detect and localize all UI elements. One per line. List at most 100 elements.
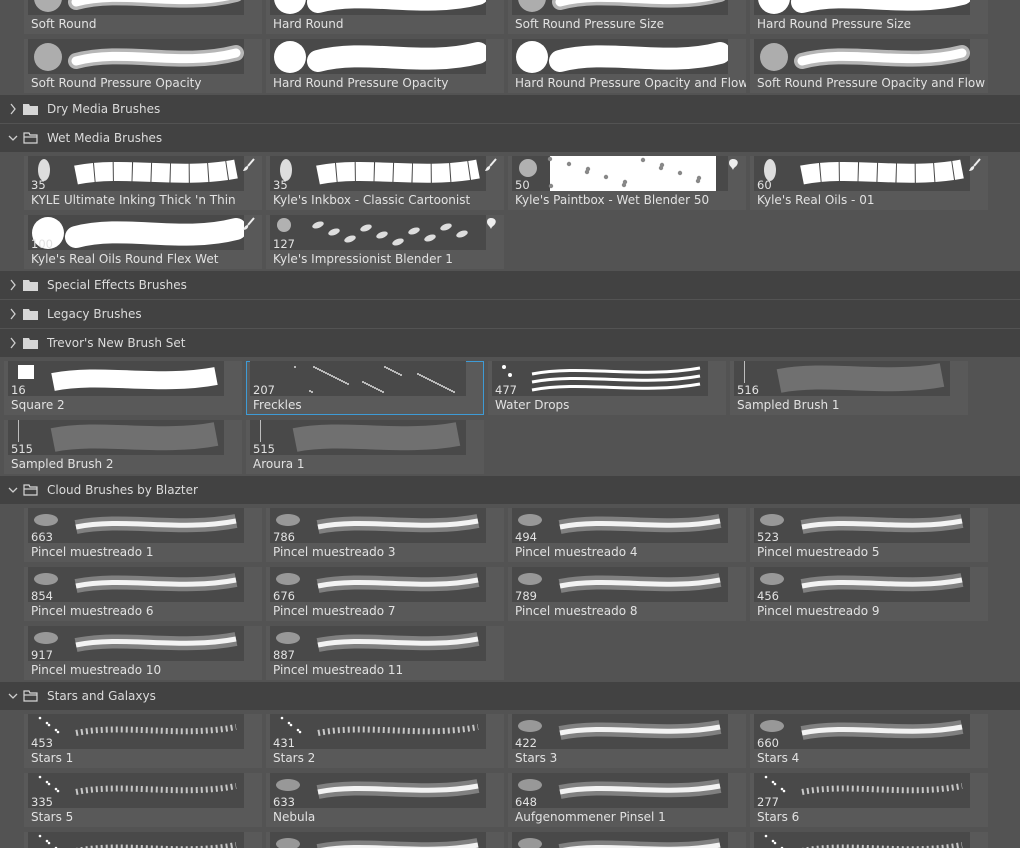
freckle-dot xyxy=(364,382,366,384)
brush-preset-tile[interactable]: 60 Kyle's Real Oils - 01 xyxy=(750,156,988,210)
brush-stroke-thumbnail xyxy=(28,773,244,808)
brush-preset-tile[interactable]: 887 Pincel muestreado 11 xyxy=(266,626,504,680)
brush-preset-tile[interactable]: 453 Stars 1 xyxy=(24,714,262,768)
brush-group-header[interactable]: Wet Media Brushes xyxy=(0,124,1020,152)
brush-tip-shape xyxy=(274,0,306,14)
brush-stroke-thumbnail xyxy=(512,773,728,808)
brush-name-label: Pincel muestreado 6 xyxy=(31,604,154,618)
brush-preset-tile[interactable]: 277 Stars 6 xyxy=(750,773,988,827)
brush-group-header[interactable]: Special Effects Brushes xyxy=(0,271,1020,299)
brush-preset-tile[interactable]: 456 Pincel muestreado 9 xyxy=(750,567,988,621)
chevron-down-icon[interactable] xyxy=(8,689,18,703)
brush-preset-tile[interactable]: Hard Round Pressure Size xyxy=(750,0,988,34)
chevron-right-icon[interactable] xyxy=(8,307,18,321)
freckle-dot xyxy=(435,382,437,384)
brush-preset-tile[interactable]: 523 Pincel muestreado 5 xyxy=(750,508,988,562)
brush-preset-tile[interactable]: 516 Sampled Brush 1 xyxy=(730,361,968,415)
brush-preset-tile[interactable]: 35 Kyle's Inkbox - Classic Cartoonist xyxy=(266,156,504,210)
brush-stroke-thumbnail xyxy=(28,156,244,191)
brush-preset-tile[interactable]: Hard Round xyxy=(266,0,504,34)
brush-size-label: 515 xyxy=(253,442,275,456)
wet-brush-icon xyxy=(242,158,256,172)
brush-preset-tile[interactable]: 100 Kyle's Real Oils Round Flex Wet xyxy=(24,215,262,269)
brush-name-label: Kyle's Real Oils - 01 xyxy=(757,193,875,207)
freckle-dot xyxy=(427,378,429,380)
brush-preset-tile[interactable]: 515 Aroura 1 xyxy=(246,420,484,474)
brush-group-header[interactable]: Stars and Galaxys xyxy=(0,682,1020,710)
brush-name-label: Soft Round xyxy=(31,17,97,31)
brush-preset-tile[interactable]: Soft Round Pressure Size xyxy=(508,0,746,34)
texture-speck xyxy=(547,156,553,162)
star-dot xyxy=(280,716,284,720)
brush-preset-tile[interactable]: 494 Pincel muestreado 4 xyxy=(508,508,746,562)
brush-preset-tile[interactable] xyxy=(508,832,746,848)
folder-icon xyxy=(23,484,38,496)
chevron-right-icon[interactable] xyxy=(8,102,18,116)
dab-mark xyxy=(408,227,420,235)
brush-group-header[interactable]: Cloud Brushes by Blazter xyxy=(0,476,1020,504)
brush-preset-tile[interactable]: Hard Round Pressure Opacity xyxy=(266,39,504,93)
freckle-dot xyxy=(396,372,398,374)
brush-group-header[interactable]: Trevor's New Brush Set xyxy=(0,329,1020,357)
brush-preset-tile[interactable]: 127 Kyle's Impressionist Blender 1 xyxy=(266,215,504,269)
chevron-down-icon[interactable] xyxy=(8,131,18,145)
brush-preset-tile[interactable]: 660 Stars 4 xyxy=(750,714,988,768)
brush-preset-tile[interactable]: 477 Water Drops xyxy=(488,361,726,415)
brush-name-label: Kyle's Real Oils Round Flex Wet xyxy=(31,252,219,266)
brush-preset-tile[interactable]: 431 Stars 2 xyxy=(266,714,504,768)
chevron-right-icon[interactable] xyxy=(8,278,18,292)
brush-preset-tile[interactable]: 786 Pincel muestreado 3 xyxy=(266,508,504,562)
brush-name-label: Hard Round Pressure Opacity xyxy=(273,76,449,90)
brush-preset-tile[interactable]: 633 Nebula xyxy=(266,773,504,827)
brush-preset-tile[interactable]: 676 Pincel muestreado 7 xyxy=(266,567,504,621)
brush-preset-tile[interactable]: 422 Stars 3 xyxy=(508,714,746,768)
chevron-down-icon[interactable] xyxy=(8,483,18,497)
brush-group-label: Dry Media Brushes xyxy=(47,102,161,116)
brush-tip-shape xyxy=(519,159,537,177)
brush-preset-tile[interactable]: 335 Stars 5 xyxy=(24,773,262,827)
freckle-dot xyxy=(372,386,374,388)
stroke-preview xyxy=(531,366,701,376)
freckle-dot xyxy=(425,377,427,379)
brush-preset-tile[interactable]: 854 Pincel muestreado 6 xyxy=(24,567,262,621)
stroke-preview xyxy=(75,783,237,795)
texture-speck xyxy=(677,170,683,176)
brush-group-label: Cloud Brushes by Blazter xyxy=(47,483,198,497)
brush-group-header[interactable]: Legacy Brushes xyxy=(0,300,1020,328)
brush-tip-shape xyxy=(518,838,542,848)
brush-preset-tile[interactable]: Soft Round Pressure Opacity xyxy=(24,39,262,93)
brush-stroke-thumbnail xyxy=(754,773,970,808)
brush-preset-tile[interactable]: Hard Round Pressure Opacity and Flow xyxy=(508,39,746,93)
brush-preset-tile[interactable]: 789 Pincel muestreado 8 xyxy=(508,567,746,621)
brush-group-header[interactable]: Dry Media Brushes xyxy=(0,95,1020,123)
brush-group-label: Stars and Galaxys xyxy=(47,689,156,703)
brush-preset-tile[interactable]: 663 Pincel muestreado 1 xyxy=(24,508,262,562)
freckle-dot xyxy=(294,366,296,368)
brush-tip-shape xyxy=(276,573,300,585)
brush-name-label: Water Drops xyxy=(495,398,570,412)
brush-stroke-thumbnail xyxy=(512,39,728,74)
brush-preset-tile[interactable]: 515 Sampled Brush 2 xyxy=(4,420,242,474)
stroke-preview xyxy=(550,156,716,191)
brush-preset-tile[interactable]: Soft Round Pressure Opacity and Flow xyxy=(750,39,988,93)
brush-preset-tile[interactable]: 917 Pincel muestreado 10 xyxy=(24,626,262,680)
brush-preset-tile[interactable]: 207 Freckles xyxy=(246,361,484,415)
brush-preset-tile[interactable] xyxy=(266,832,504,848)
brush-preset-tile[interactable]: Soft Round xyxy=(24,0,262,34)
chevron-right-icon[interactable] xyxy=(8,336,18,350)
brush-preset-tile[interactable]: 648 Aufgenommener Pinsel 1 xyxy=(508,773,746,827)
brush-preset-tile[interactable] xyxy=(750,832,988,848)
brush-tip-shape xyxy=(34,514,58,526)
freckle-dot xyxy=(345,382,347,384)
brush-name-label: Soft Round Pressure Opacity xyxy=(31,76,202,90)
brush-name-label: Hard Round Pressure Size xyxy=(757,17,912,31)
dab-mark xyxy=(360,224,372,232)
brush-preset-tile[interactable] xyxy=(24,832,262,848)
brush-name-label: KYLE Ultimate Inking Thick 'n Thin xyxy=(31,193,236,207)
brush-name-label: Aroura 1 xyxy=(253,457,305,471)
brush-preset-tile[interactable]: 50 Kyle's Paintbox - Wet Blender 50 xyxy=(508,156,746,210)
brush-name-label: Soft Round Pressure Size xyxy=(515,17,664,31)
brush-preset-tile[interactable]: 16 Square 2 xyxy=(4,361,242,415)
brush-preset-tile[interactable]: 35 KYLE Ultimate Inking Thick 'n Thin xyxy=(24,156,262,210)
brush-tip-line xyxy=(18,420,19,442)
